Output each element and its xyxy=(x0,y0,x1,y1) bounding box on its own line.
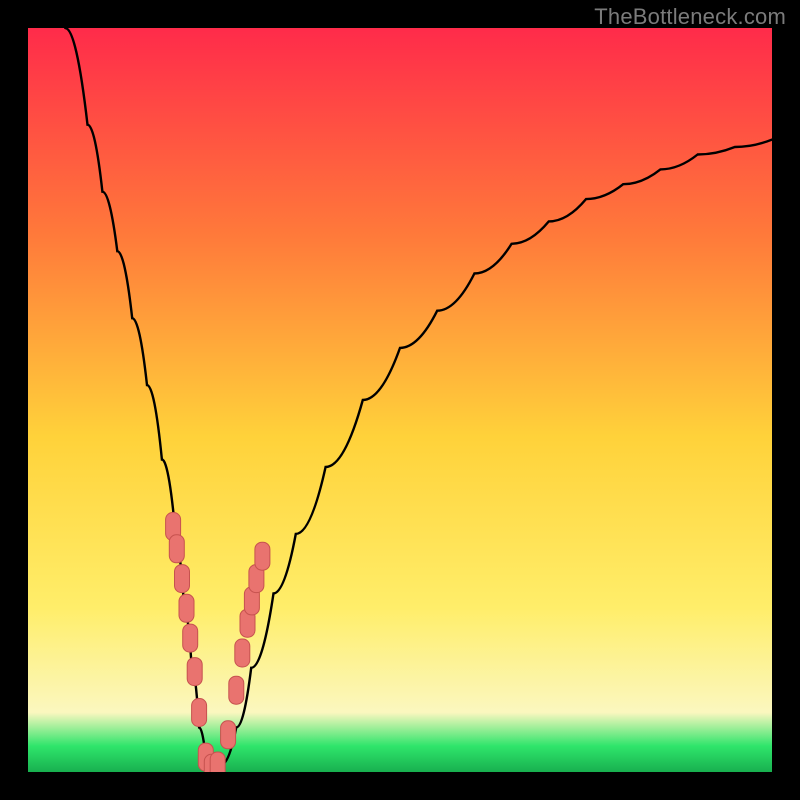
marker-point xyxy=(221,721,236,749)
marker-point xyxy=(229,676,244,704)
bottleneck-chart xyxy=(28,28,772,772)
marker-point xyxy=(187,658,202,686)
marker-point xyxy=(210,752,225,772)
marker-point xyxy=(169,535,184,563)
marker-point xyxy=(192,699,207,727)
marker-point xyxy=(179,594,194,622)
marker-point xyxy=(175,565,190,593)
chart-frame xyxy=(28,28,772,772)
watermark-text: TheBottleneck.com xyxy=(594,4,786,30)
chart-background xyxy=(28,28,772,772)
marker-point xyxy=(183,624,198,652)
marker-point xyxy=(255,542,270,570)
marker-point xyxy=(235,639,250,667)
